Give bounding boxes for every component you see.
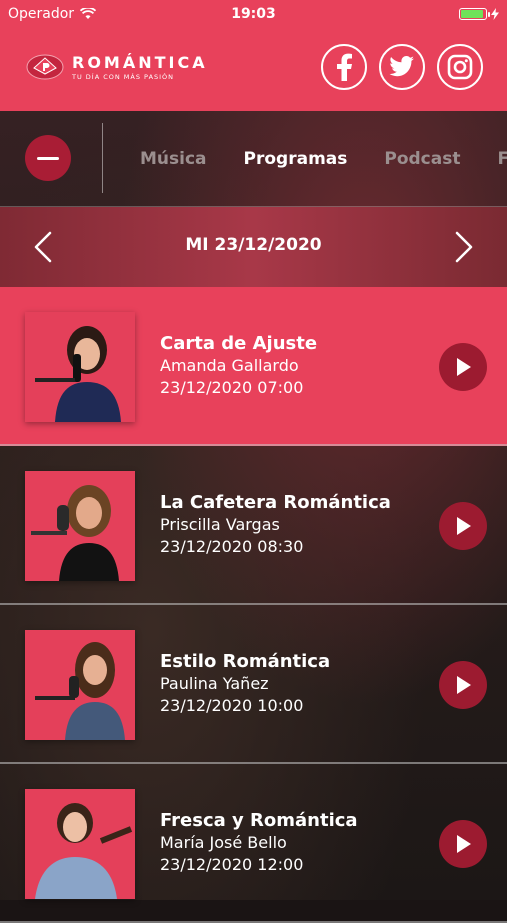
program-datetime: 23/12/2020 10:00 — [160, 696, 304, 715]
host-photo — [25, 312, 135, 422]
play-button[interactable] — [439, 502, 487, 550]
logo-title: ROMÁNTICA — [72, 53, 208, 72]
program-title: Carta de Ajuste — [160, 333, 318, 354]
program-row[interactable]: Fresca y Romántica María José Bello 23/1… — [0, 764, 507, 923]
program-row[interactable]: Estilo Romántica Paulina Yañez 23/12/202… — [0, 605, 507, 764]
program-host: Priscilla Vargas — [160, 515, 280, 534]
program-host: María José Bello — [160, 833, 287, 852]
program-row[interactable]: Carta de Ajuste Amanda Gallardo 23/12/20… — [0, 287, 507, 446]
play-icon — [457, 358, 471, 376]
tab-3[interactable]: Fa — [497, 149, 507, 169]
status-bar: Operador 19:03 — [0, 0, 507, 28]
play-icon — [457, 676, 471, 694]
tab-0[interactable]: Música — [140, 149, 207, 169]
wifi-icon — [80, 8, 97, 19]
chevron-right-icon — [455, 231, 473, 263]
program-datetime: 23/12/2020 08:30 — [160, 537, 304, 556]
host-photo — [25, 789, 135, 899]
tab-2[interactable]: Podcast — [384, 149, 460, 169]
twitter-icon — [389, 56, 414, 77]
instagram-button[interactable] — [437, 44, 483, 90]
play-icon — [457, 517, 471, 535]
play-icon — [457, 835, 471, 853]
program-list: Carta de Ajuste Amanda Gallardo 23/12/20… — [0, 287, 507, 923]
program-host: Paulina Yañez — [160, 674, 269, 693]
play-button[interactable] — [439, 820, 487, 868]
logo-mark-icon — [26, 54, 64, 80]
host-photo — [25, 630, 135, 740]
carrier-label: Operador — [8, 6, 75, 22]
facebook-icon — [337, 53, 352, 81]
instagram-icon — [447, 54, 473, 80]
program-title: Estilo Romántica — [160, 651, 331, 672]
section-nav: Música Programas Podcast Fa — [0, 111, 507, 207]
charging-icon — [491, 8, 499, 20]
app-header: ROMÁNTICA TU DÍA CON MÁS PASIÓN — [0, 28, 507, 111]
date-selector: MI 23/12/2020 — [0, 207, 507, 287]
program-row[interactable]: La Cafetera Romántica Priscilla Vargas 2… — [0, 446, 507, 605]
nav-divider — [102, 123, 103, 193]
play-button[interactable] — [439, 343, 487, 391]
facebook-button[interactable] — [321, 44, 367, 90]
program-datetime: 23/12/2020 07:00 — [160, 378, 304, 397]
program-title: Fresca y Romántica — [160, 810, 358, 831]
host-photo — [25, 471, 135, 581]
twitter-button[interactable] — [379, 44, 425, 90]
battery-icon — [459, 8, 490, 20]
program-host: Amanda Gallardo — [160, 356, 299, 375]
social-links — [321, 44, 483, 90]
nav-tabs: Música Programas Podcast Fa — [140, 111, 507, 206]
minus-icon — [37, 156, 59, 160]
program-datetime: 23/12/2020 12:00 — [160, 855, 304, 874]
logo-subtitle: TU DÍA CON MÁS PASIÓN — [72, 73, 175, 81]
program-title: La Cafetera Romántica — [160, 492, 391, 513]
play-button[interactable] — [439, 661, 487, 709]
next-day-button[interactable] — [449, 229, 479, 265]
tab-1[interactable]: Programas — [244, 149, 348, 169]
menu-collapse-button[interactable] — [25, 135, 71, 181]
romantica-logo[interactable]: ROMÁNTICA TU DÍA CON MÁS PASIÓN — [26, 52, 208, 82]
current-date: MI 23/12/2020 — [185, 235, 322, 255]
